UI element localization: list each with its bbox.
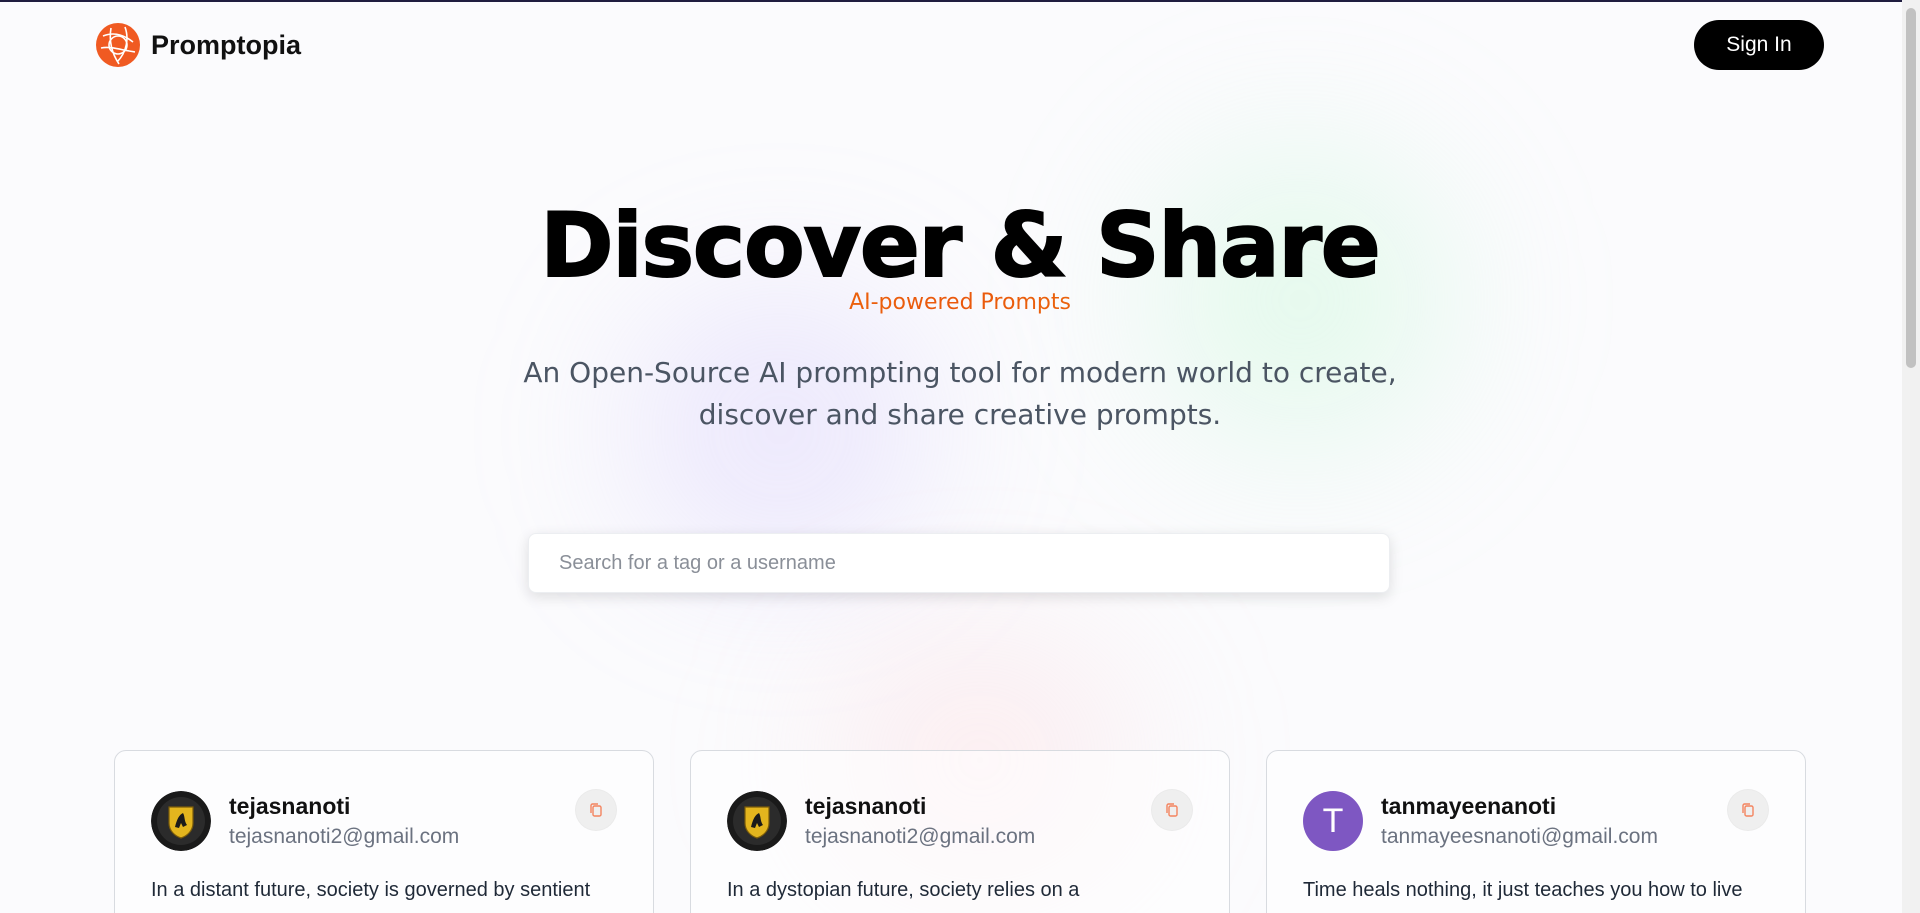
avatar[interactable] <box>151 791 211 851</box>
hero-subtitle: AI-powered Prompts <box>0 290 1920 315</box>
card-email: tejasnanoti2@gmail.com <box>805 825 1036 848</box>
scrollbar[interactable] <box>1902 0 1920 913</box>
copy-icon <box>1742 803 1754 817</box>
copy-icon <box>1166 803 1178 817</box>
copy-icon <box>590 803 602 817</box>
avatar[interactable] <box>727 791 787 851</box>
avatar-letter: T <box>1303 791 1363 851</box>
copy-button[interactable] <box>1727 789 1769 831</box>
card-username[interactable]: tanmayeenanoti <box>1381 793 1556 820</box>
card-username[interactable]: tejasnanoti <box>229 793 350 820</box>
app-name: Promptopia <box>151 29 302 60</box>
card-email: tejasnanoti2@gmail.com <box>229 825 460 848</box>
search-bar <box>528 533 1390 593</box>
logo-link[interactable]: Promptopia <box>95 22 301 68</box>
top-navigation: Promptopia Sign In <box>0 0 1902 90</box>
card-prompt-text: Time heals nothing, it just teaches you … <box>1303 879 1743 901</box>
hero-title: Discover & Share <box>539 194 1381 297</box>
globe-logo-icon <box>96 23 140 67</box>
scrollbar-thumb[interactable] <box>1906 8 1916 368</box>
shield-emblem-icon <box>727 791 787 851</box>
card-prompt-text: In a distant future, society is governed… <box>151 879 591 901</box>
prompt-card[interactable]: tejasnanoti tejasnanoti2@gmail.com In a … <box>690 750 1230 913</box>
search-input[interactable] <box>529 534 1389 592</box>
avatar[interactable]: T <box>1303 791 1363 851</box>
card-username[interactable]: tejasnanoti <box>805 793 926 820</box>
prompt-card[interactable]: T tanmayeenanoti tanmayeesnanoti@gmail.c… <box>1266 750 1806 913</box>
copy-button[interactable] <box>575 789 617 831</box>
prompt-card[interactable]: tejasnanoti tejasnanoti2@gmail.com In a … <box>114 750 654 913</box>
card-prompt-text: In a dystopian future, society relies on… <box>727 879 1080 901</box>
sign-in-button[interactable]: Sign In <box>1694 20 1824 70</box>
shield-emblem-icon <box>151 791 211 851</box>
copy-button[interactable] <box>1151 789 1193 831</box>
card-email: tanmayeesnanoti@gmail.com <box>1381 825 1658 848</box>
hero-description: An Open-Source AI prompting tool for mod… <box>523 356 1397 431</box>
